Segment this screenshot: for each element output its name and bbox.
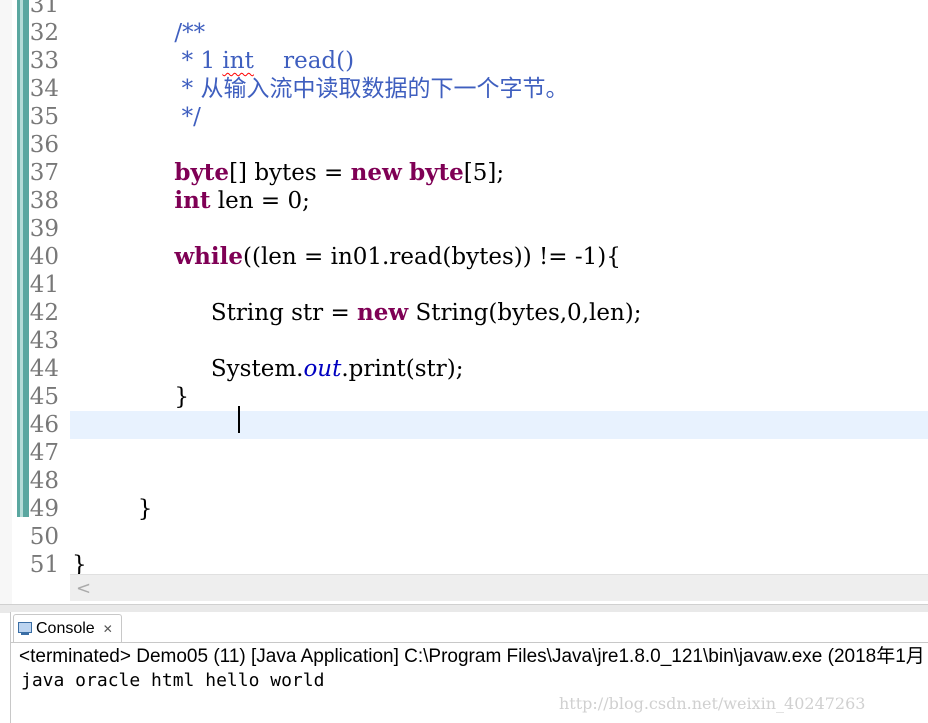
code-text[interactable]: * 1 int read() (72, 47, 354, 75)
console-status-line: <terminated> Demo05 (11) [Java Applicati… (19, 646, 925, 667)
code-text[interactable]: while((len = in01.read(bytes)) != -1){ (72, 243, 621, 271)
code-line[interactable]: 45 } (0, 383, 928, 411)
console-tab-label: Console (36, 620, 95, 637)
code-text[interactable]: } (72, 383, 189, 411)
code-line[interactable]: 42 String str = new String(bytes,0,len); (0, 299, 928, 327)
line-number: 48 (29, 468, 59, 494)
code-line[interactable]: 34 * 从输入流中读取数据的下一个字节。 (0, 75, 928, 103)
code-line[interactable]: 44 System.out.print(str); (0, 355, 928, 383)
line-number: 51 (29, 552, 59, 578)
line-number: 38 (29, 188, 59, 214)
code-line[interactable]: 40 while((len = in01.read(bytes)) != -1)… (0, 243, 928, 271)
line-number: 31 (29, 0, 59, 18)
line-number: 44 (29, 356, 59, 382)
line-number: 39 (29, 216, 59, 242)
line-number: 46 (29, 412, 59, 438)
line-number: 47 (29, 440, 59, 466)
line-number: 50 (29, 524, 59, 550)
console-output[interactable]: java oracle html hello world (21, 670, 324, 692)
code-line[interactable]: 41 (0, 271, 928, 299)
code-text[interactable]: byte[] bytes = new byte[5]; (72, 159, 504, 187)
code-line[interactable]: 43 (0, 327, 928, 355)
code-line[interactable]: 48 (0, 467, 928, 495)
code-line[interactable]: 50 (0, 523, 928, 551)
code-line[interactable]: 35 */ (0, 103, 928, 131)
line-number: 45 (29, 384, 59, 410)
code-line[interactable]: 49 } (0, 495, 928, 523)
code-line[interactable]: 46 (0, 411, 928, 439)
line-number: 42 (29, 300, 59, 326)
code-text[interactable]: String str = new String(bytes,0,len); (72, 299, 642, 327)
text-caret (238, 406, 240, 433)
code-line[interactable]: 36 (0, 131, 928, 159)
code-text[interactable]: } (72, 495, 153, 523)
code-line[interactable]: 33 * 1 int read() (0, 47, 928, 75)
line-number: 36 (29, 132, 59, 158)
line-number: 37 (29, 160, 59, 186)
scroll-left-arrow-icon[interactable]: < (76, 578, 91, 599)
line-number: 49 (29, 496, 59, 522)
console-monitor-icon (18, 622, 32, 636)
code-line[interactable]: 39 (0, 215, 928, 243)
horizontal-scrollbar[interactable]: < (70, 574, 928, 601)
code-line[interactable]: 37 byte[] bytes = new byte[5]; (0, 159, 928, 187)
code-line[interactable]: 32 /** (0, 19, 928, 47)
code-line[interactable]: 31 (0, 0, 928, 19)
code-text[interactable]: * 从输入流中读取数据的下一个字节。 (72, 75, 569, 103)
console-tab[interactable]: Console ✕ (13, 614, 122, 643)
line-number: 43 (29, 328, 59, 354)
line-number: 41 (29, 272, 59, 298)
line-number: 34 (29, 76, 59, 102)
code-text[interactable]: System.out.print(str); (72, 355, 464, 383)
code-line[interactable]: 38 int len = 0; (0, 187, 928, 215)
line-number: 33 (29, 48, 59, 74)
line-number: 35 (29, 104, 59, 130)
code-line[interactable]: 47 (0, 439, 928, 467)
code-text[interactable]: int len = 0; (72, 187, 309, 215)
watermark: http://blog.csdn.net/weixin_40247263 (559, 694, 866, 713)
code-text[interactable]: */ (72, 103, 201, 131)
console-view[interactable]: Console ✕ <terminated> Demo05 (11) [Java… (10, 612, 928, 723)
tab-bar-divider (11, 642, 928, 643)
line-number: 32 (29, 20, 59, 46)
line-number: 40 (29, 244, 59, 270)
code-text[interactable]: /** (72, 19, 205, 47)
code-editor[interactable]: 31 32 /** 33 * 1 int read() 34 * 从输入流中读取数据的… (0, 0, 928, 604)
close-icon[interactable]: ✕ (103, 622, 113, 636)
